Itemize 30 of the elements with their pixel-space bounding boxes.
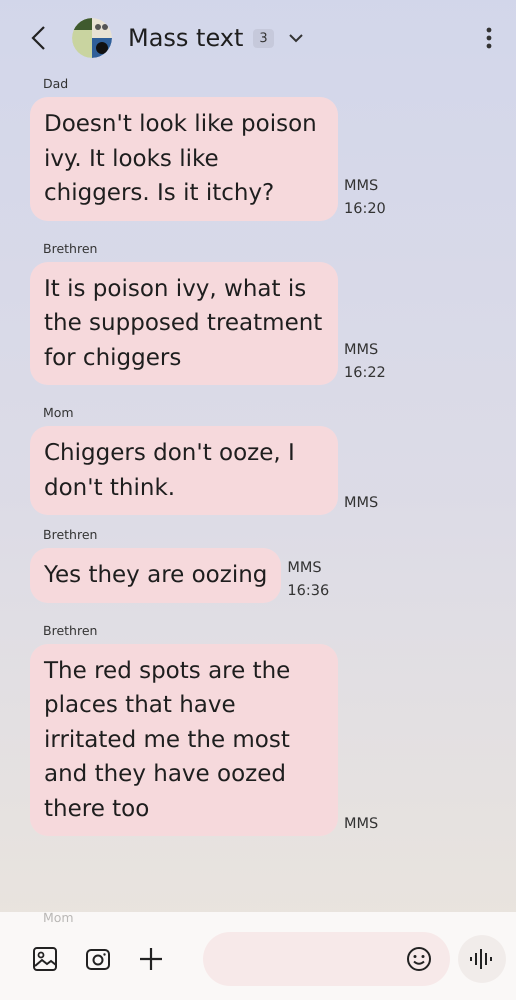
message-type: MMS — [344, 176, 380, 196]
message-type: MMS — [344, 494, 378, 513]
voice-button[interactable] — [458, 935, 506, 983]
emoji-icon[interactable] — [406, 946, 432, 972]
message-type: MMS — [344, 341, 380, 360]
member-count: 3 — [253, 28, 274, 48]
message-time: 16:36 — [287, 582, 330, 600]
sender-name: Brethren — [43, 622, 98, 638]
message-type: MMS — [287, 558, 323, 578]
conversation-title: Mass text — [128, 24, 244, 52]
message-bubble: The red spots are the places that have irritated me the most and they have oozed there too — [30, 644, 338, 836]
plus-icon[interactable] — [138, 946, 164, 972]
message-bubble: It is poison ivy, what is the supposed treatment for chiggers — [30, 262, 338, 385]
message-bubble: Doesn't look like poison ivy. It looks like chiggers. Is it itchy? — [30, 97, 338, 220]
group-avatar[interactable] — [72, 18, 112, 58]
message-bubble: Yes they are oozing — [30, 548, 282, 602]
sender-name: Brethren — [43, 240, 98, 256]
sender-name: Dad — [43, 76, 70, 91]
caret-icon[interactable] — [288, 33, 304, 43]
more-options-icon[interactable] — [486, 27, 492, 49]
camera-icon[interactable] — [85, 946, 111, 972]
gallery-icon[interactable] — [32, 946, 58, 972]
sender-name: Mom — [43, 405, 75, 420]
sender-name: Mom — [43, 910, 74, 925]
message-time: 16:22 — [344, 364, 386, 383]
sender-name: Brethren — [43, 527, 98, 542]
waveform-icon — [469, 948, 495, 970]
message-type: MMS — [344, 815, 378, 834]
message-bubble: Chiggers don't ooze, I don't think. — [30, 426, 338, 515]
message-time: 16:20 — [344, 200, 386, 218]
